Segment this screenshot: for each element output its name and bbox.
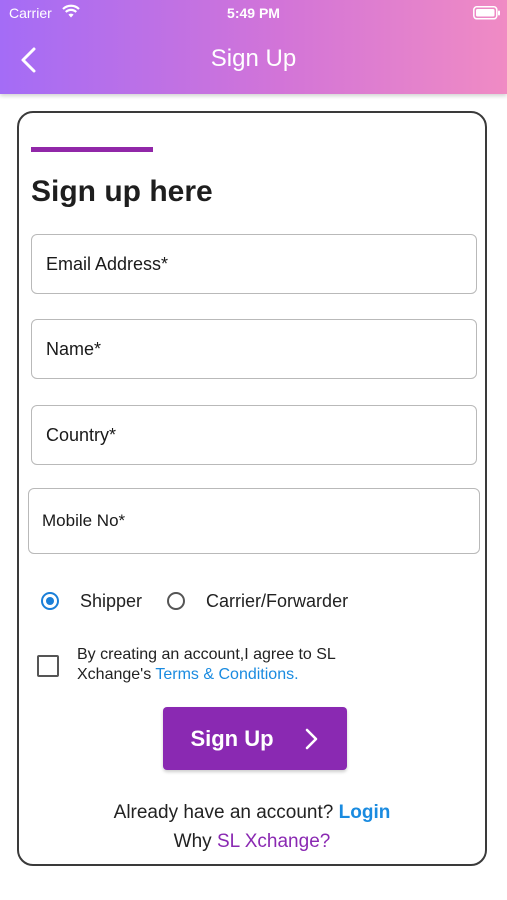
radio-carrier-forwarder[interactable] [167,592,186,610]
why-prompt-text: Why [173,831,212,852]
why-prompt: Why SL Xchange? [19,831,485,853]
email-placeholder: Email Address* [46,253,169,274]
clock: 5:49 PM [227,5,280,21]
chevron-right-icon [305,728,317,749]
mobile-placeholder: Mobile No* [42,511,126,530]
name-placeholder: Name* [46,338,102,359]
login-prompt: Already have an account? Login [19,802,485,824]
terms-text: By creating an account,I agree to SL Xch… [77,645,407,685]
nav-title: Sign Up [210,45,297,72]
login-prompt-text: Already have an account? [113,802,334,823]
country-field[interactable]: Country* [31,405,477,465]
heading-accent-bar [31,147,153,152]
radio-shipper[interactable] [41,592,59,610]
role-radio-group: Shipper Carrier/Forwarder [41,590,373,612]
radio-carrier-forwarder-label[interactable]: Carrier/Forwarder [206,591,348,612]
signup-card: Sign up here Email Address* Name* Countr… [17,111,487,866]
why-sl-xchange-link[interactable]: SL Xchange? [217,831,330,852]
radio-shipper-label[interactable]: Shipper [80,591,142,612]
page-title: Sign up here [31,175,213,208]
terms-checkbox[interactable] [37,655,59,677]
country-placeholder: Country* [46,424,117,445]
login-link[interactable]: Login [339,802,391,823]
mobile-field[interactable]: Mobile No* [28,488,480,554]
battery-icon [473,6,500,20]
signup-button[interactable]: Sign Up [163,707,347,770]
top-bar: Carrier 5:49 PM Sign Up [0,0,507,94]
signup-button-label: Sign Up [190,725,274,751]
name-field[interactable]: Name* [31,319,477,379]
terms-link[interactable]: Terms & Conditions. [155,666,298,683]
email-field[interactable]: Email Address* [31,234,477,294]
